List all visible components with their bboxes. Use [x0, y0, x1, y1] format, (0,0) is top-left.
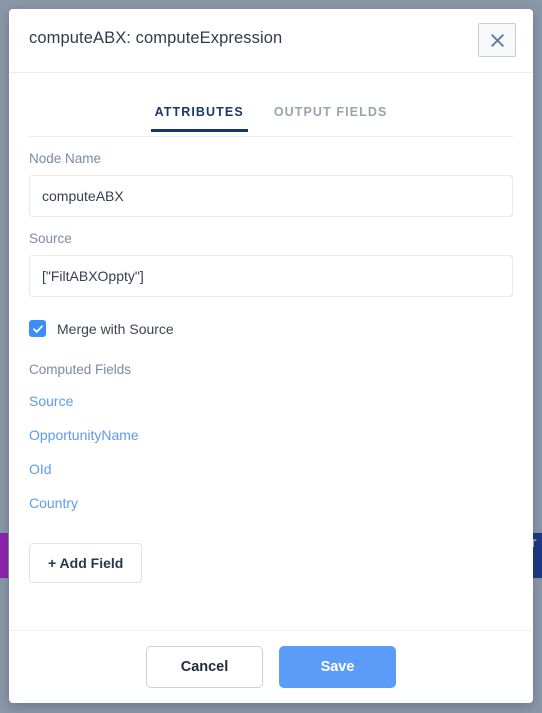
tab-bar: ATTRIBUTES OUTPUT FIELDS	[9, 73, 533, 137]
modal-footer: Cancel Save	[9, 630, 533, 703]
tab-attributes[interactable]: ATTRIBUTES	[150, 105, 248, 132]
list-item: Source	[29, 393, 513, 411]
modal-body: Node Name Source Merge with Source Compu…	[9, 151, 533, 583]
close-button[interactable]	[478, 23, 516, 57]
page-title: computeABX: computeExpression	[29, 29, 283, 47]
node-name-label: Node Name	[29, 151, 102, 166]
background-node-purple	[0, 533, 8, 578]
computed-field-link-country[interactable]: Country	[29, 495, 78, 511]
merge-with-source-label: Merge with Source	[57, 320, 174, 337]
tab-bar-divider	[29, 136, 513, 137]
source-label: Source	[29, 231, 72, 246]
node-name-input[interactable]	[29, 175, 513, 217]
computed-fields-label: Computed Fields	[29, 362, 132, 377]
cancel-button[interactable]: Cancel	[146, 646, 263, 688]
node-settings-modal: computeABX: computeExpression ATTRIBUTES…	[9, 9, 533, 703]
tab-output-fields[interactable]: OUTPUT FIELDS	[270, 105, 392, 132]
merge-with-source-checkbox[interactable]: Merge with Source	[29, 320, 174, 337]
list-item: OpportunityName	[29, 427, 513, 445]
add-field-button[interactable]: + Add Field	[29, 543, 143, 583]
save-button[interactable]: Save	[279, 646, 396, 688]
computed-field-link-source[interactable]: Source	[29, 393, 73, 409]
computed-field-link-opportunityname[interactable]: OpportunityName	[29, 427, 139, 443]
modal-header: computeABX: computeExpression	[9, 9, 533, 73]
computed-field-link-oid[interactable]: OId	[29, 461, 52, 477]
list-item: Country	[29, 495, 513, 513]
source-input[interactable]	[29, 255, 513, 297]
checkbox-checked-icon	[29, 320, 46, 337]
computed-fields-list: Source OpportunityName OId Country	[29, 393, 513, 513]
list-item: OId	[29, 461, 513, 479]
close-icon	[489, 32, 506, 49]
